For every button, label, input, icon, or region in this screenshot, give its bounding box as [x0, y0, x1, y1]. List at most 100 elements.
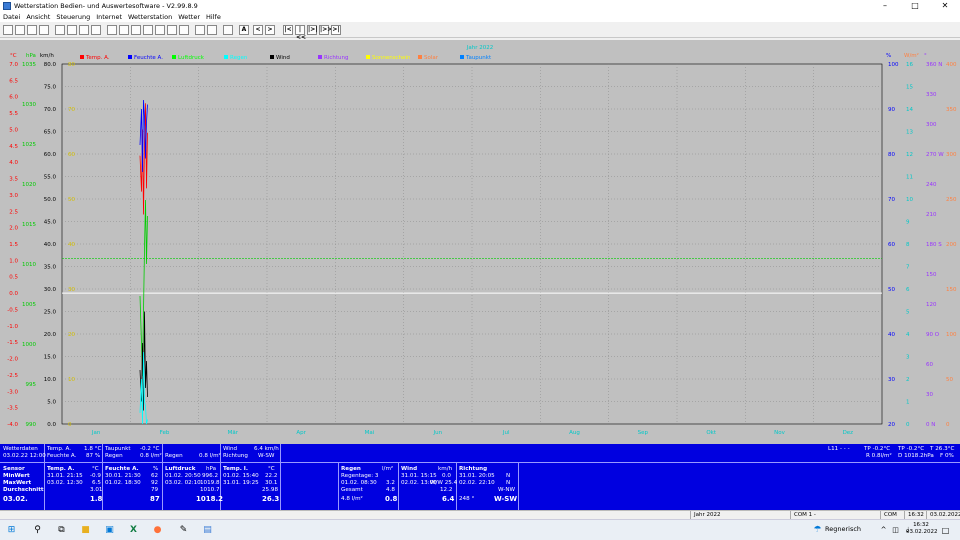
pressure-axis-tick: 1000 [22, 342, 36, 348]
temp-inside-min-value: 22.2 [265, 473, 278, 479]
chart-area[interactable]: 7.0 6.5 6.0 5.5 5.0 4.5 4.0 3.5 3.0 2.5 2.0 1.5 1.0 0… [0, 40, 960, 444]
temp-axis-tick: -3.0 [7, 389, 18, 395]
temp-col-unit: °C [92, 466, 99, 472]
weather-text[interactable]: Regnerisch [825, 525, 861, 533]
gear-icon[interactable] [107, 25, 117, 35]
temp-axis-tick: 1.5 [9, 242, 18, 248]
menu-wetter[interactable]: Wetter [175, 12, 203, 22]
nav-back-button[interactable]: |<< [295, 25, 306, 41]
menu-bar: Datei Ansicht Steuerung Internet Wetterstati… [0, 12, 960, 22]
task-view-icon[interactable]: ⧉ [56, 525, 67, 536]
refresh-icon[interactable] [119, 25, 129, 35]
search-icon[interactable]: ⚲ [32, 525, 43, 536]
cur-humidity-value: 87 % [86, 453, 101, 459]
direction-axis-tick: 180 S [926, 242, 942, 248]
weather-chart[interactable]: 7.0 6.5 6.0 5.5 5.0 4.5 4.0 3.5 3.0 2.5 2.0 1.5 1.0 0… [0, 40, 960, 444]
prev-button[interactable]: < [253, 25, 263, 35]
menu-wetterstation[interactable]: Wetterstation [125, 12, 175, 22]
minimize-button[interactable]: – [870, 0, 900, 12]
direction-avg-value: W-NW [498, 487, 516, 493]
help-icon[interactable] [131, 25, 141, 35]
solar-axis-tick: 200 [946, 242, 957, 248]
sun-axis-tick: 60 [68, 152, 75, 158]
nav-first-button[interactable]: |< [283, 25, 293, 35]
direction-min-time: 31.01. 20:05 [459, 473, 495, 479]
table-icon[interactable] [79, 25, 89, 35]
menu-hilfe[interactable]: Hilfe [203, 12, 224, 22]
windows-start-icon[interactable]: ⊞ [6, 525, 17, 536]
rain-axis-tick: 0 [906, 422, 910, 428]
menu-steuerung[interactable]: Steuerung [53, 12, 93, 22]
humidity-min-time: 30.01. 21:30 [105, 473, 141, 479]
x-axis-tick: Nov [774, 430, 785, 436]
legend-label: Sonnenschein [372, 55, 411, 61]
direction-axis-tick: 240 [926, 182, 937, 188]
rain-axis-tick: 10 [906, 197, 913, 203]
rain-axis-tick: 3 [906, 355, 910, 361]
export-icon[interactable] [55, 25, 65, 35]
humidity-today-value: 87 [150, 495, 160, 503]
tool-icon[interactable]: ✎ [178, 525, 189, 536]
month-view-icon[interactable] [223, 25, 233, 35]
title-bar: Wetterstation Bedien- und Auswertesoftwa… [0, 0, 960, 12]
rain-axis-tick: 1 [906, 400, 910, 406]
next-button[interactable]: > [265, 25, 275, 35]
week-view-icon[interactable] [207, 25, 217, 35]
menu-internet[interactable]: Internet [93, 12, 125, 22]
temp-axis-tick: 5.0 [9, 127, 18, 133]
cur-rain-value: 0.8 l/m² [140, 453, 162, 459]
bottom-status-bar: Jahr 2022 COM 1 - Schnittstellen-Fehler!… [0, 510, 960, 536]
legend-label: Richtung [324, 55, 348, 61]
solar-axis-tick: 100 [946, 332, 957, 338]
save-icon[interactable] [15, 25, 25, 35]
nav-mid-button[interactable]: |>| [307, 25, 317, 35]
temp-axis-tick: 0.0 [9, 291, 18, 297]
list-icon[interactable] [167, 25, 177, 35]
day-view-icon[interactable] [195, 25, 205, 35]
chart-icon[interactable] [67, 25, 77, 35]
text-a-button[interactable]: A [239, 25, 249, 35]
temp-inside-col-header: Temp. I. [223, 466, 248, 472]
cur-dewpoint-value: -0.2 °C [140, 446, 160, 452]
wind-axis-tick: 45.0 [44, 220, 57, 226]
x-axis-tick: Jul [502, 430, 510, 436]
direction-unit: ° [924, 53, 927, 59]
chevron-up-icon[interactable]: ^ [878, 525, 889, 536]
clock-icon[interactable] [143, 25, 153, 35]
wind-avg-value: 12.2 [440, 487, 453, 493]
firefox-icon[interactable]: ● [152, 525, 163, 536]
file-explorer-icon[interactable]: ■ [80, 525, 91, 536]
legend-label: Solar [424, 55, 439, 61]
legend-swatch [460, 55, 464, 59]
calendar-icon[interactable] [155, 25, 165, 35]
x-axis-tick: Mai [365, 430, 375, 436]
wind-axis-tick: 60.0 [44, 152, 57, 158]
pressure-axis-tick: 995 [26, 382, 37, 388]
direction-col-header: Richtung [459, 466, 488, 472]
cur-direction-value: W-SW [258, 453, 275, 459]
sensor-header: Sensor [3, 466, 25, 472]
wind-axis-tick: 0.0 [47, 422, 56, 428]
maximize-button[interactable]: □ [900, 0, 930, 12]
taskbar-clock[interactable]: 16:32 03.02.2022 [906, 522, 938, 536]
close-button[interactable]: ✕ [930, 0, 960, 12]
menu-datei[interactable]: Datei [0, 12, 23, 22]
menu-ansicht[interactable]: Ansicht [23, 12, 53, 22]
excel-icon[interactable]: X [128, 525, 139, 536]
pressure-info: D 1018.2hPa [898, 453, 934, 459]
grid-icon[interactable] [179, 25, 189, 35]
copy-icon[interactable] [39, 25, 49, 35]
print-icon[interactable] [27, 25, 37, 35]
humidity-axis-tick: 70 [888, 197, 895, 203]
network-icon[interactable]: ◫ [890, 525, 901, 536]
legend-swatch [418, 55, 422, 59]
open-icon[interactable] [3, 25, 13, 35]
store-icon[interactable]: ▣ [104, 525, 115, 536]
nav-fwd-button[interactable]: |>>| [319, 25, 334, 35]
weather-app-icon[interactable]: ▤ [202, 525, 213, 536]
nav-last-button[interactable]: >| [331, 25, 341, 35]
temp-inside-col-unit: °C [268, 466, 275, 472]
notifications-icon[interactable]: □ [940, 525, 951, 536]
sun-icon[interactable] [91, 25, 101, 35]
rain-axis-tick: 7 [906, 265, 910, 271]
